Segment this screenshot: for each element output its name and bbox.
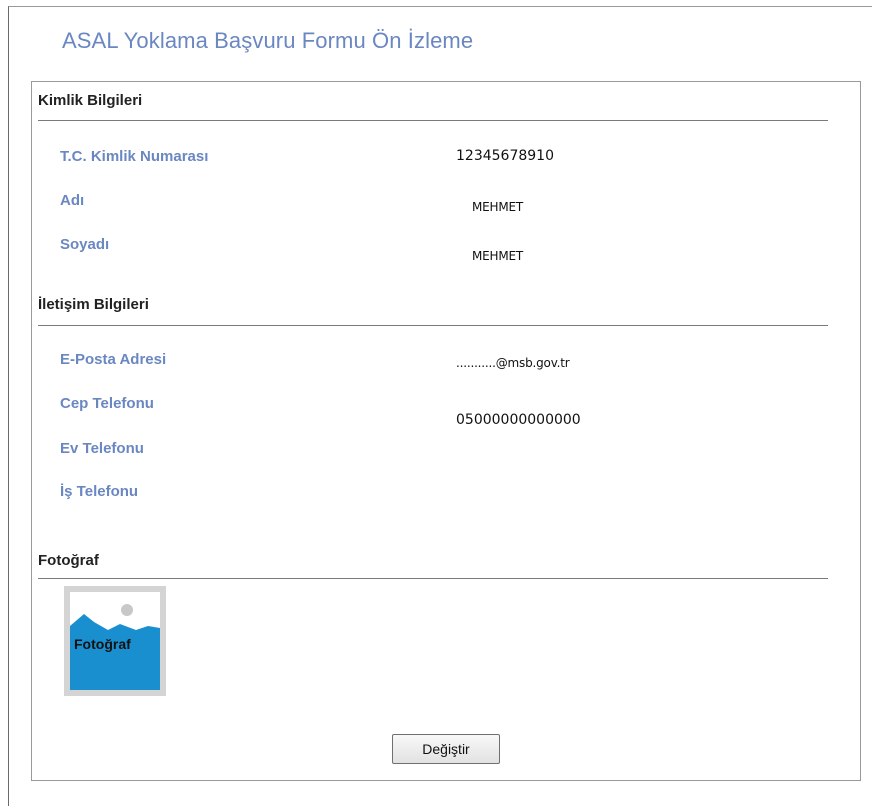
email-label: E-Posta Adresi — [60, 351, 167, 368]
change-button[interactable]: Değiştir — [392, 734, 500, 764]
photo-placeholder-label: Fotoğraf — [74, 636, 131, 652]
tc-kimlik-value: 12345678910 — [456, 148, 554, 164]
contact-section-header: İletişim Bilgileri — [38, 296, 828, 326]
photo-section-title: Fotoğraf — [38, 552, 99, 569]
mobile-phone-value: 05000000000000 — [456, 412, 581, 428]
photo-thumbnail: Fotoğraf — [64, 586, 166, 696]
email-value: ...........@msb.gov.tr — [456, 356, 570, 370]
surname-value: MEHMET — [472, 249, 524, 263]
photo-section-divider — [38, 578, 828, 579]
name-label: Adı — [60, 192, 85, 209]
contact-section-title: İletişim Bilgileri — [38, 296, 149, 313]
identity-section-title: Kimlik Bilgileri — [38, 92, 143, 109]
work-phone-label: İş Telefonu — [60, 483, 139, 500]
identity-section-header: Kimlik Bilgileri — [38, 92, 828, 121]
tc-kimlik-label: T.C. Kimlik Numarası — [60, 148, 209, 165]
surname-label: Soyadı — [60, 236, 110, 253]
mobile-phone-label: Cep Telefonu — [60, 395, 154, 412]
image-placeholder-icon: Fotoğraf — [70, 592, 160, 690]
contact-section-divider — [38, 325, 828, 326]
page-title: ASAL Yoklama Başvuru Formu Ön İzleme — [62, 28, 474, 53]
home-phone-label: Ev Telefonu — [60, 440, 144, 457]
photo-section-header: Fotoğraf — [38, 552, 828, 579]
identity-section-divider — [38, 120, 828, 121]
name-value: MEHMET — [472, 200, 524, 214]
preview-form: Kimlik Bilgileri T.C. Kimlik Numarası 12… — [31, 81, 861, 781]
